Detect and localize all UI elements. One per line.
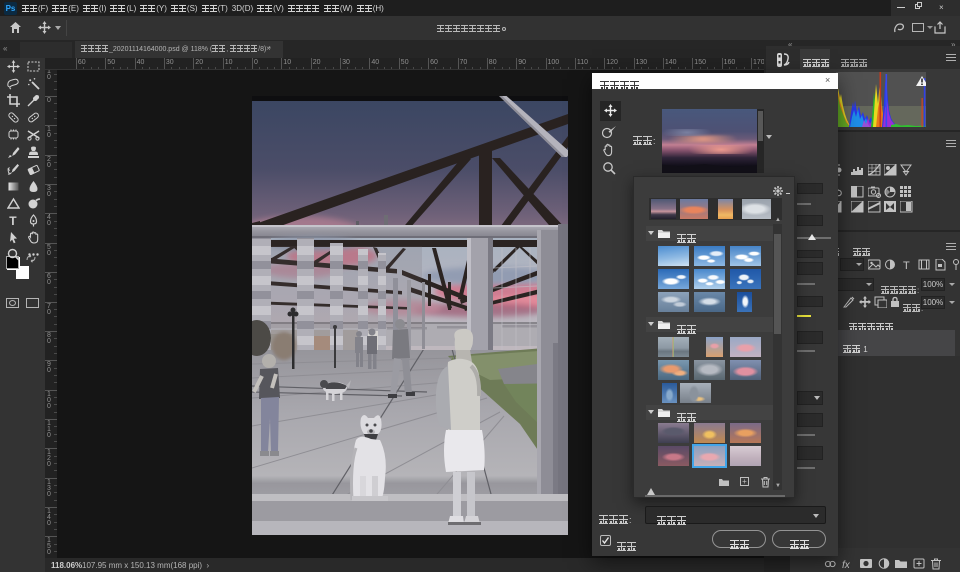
svg-text:T: T bbox=[9, 214, 17, 227]
svg-text:T: T bbox=[903, 260, 910, 271]
svg-text:fx: fx bbox=[842, 560, 851, 570]
